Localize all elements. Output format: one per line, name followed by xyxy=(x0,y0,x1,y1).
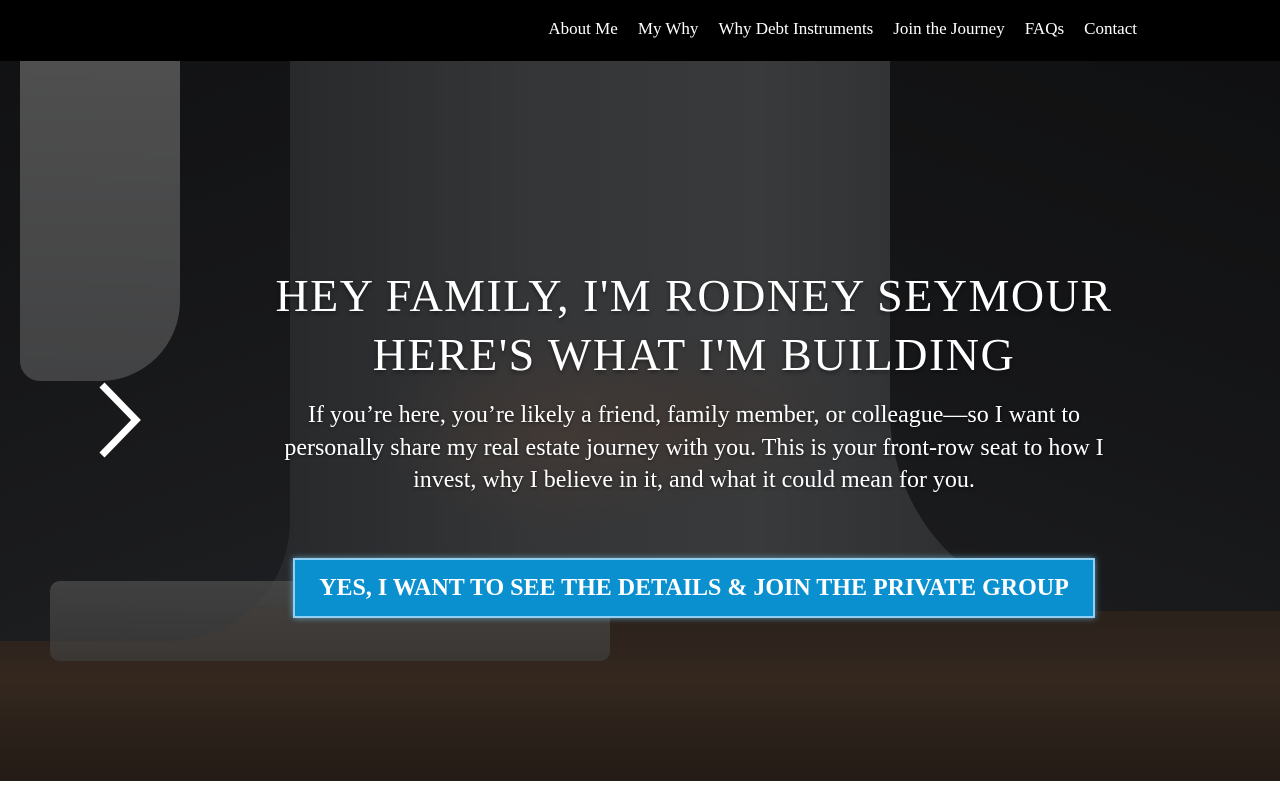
nav-link-faqs[interactable]: FAQs xyxy=(1025,19,1064,39)
hero-section: HEY FAMILY, I'M RODNEY SEYMOUR HERE'S WH… xyxy=(0,61,1280,781)
hero-headline-line2: HERE'S WHAT I'M BUILDING xyxy=(372,329,1016,380)
page-content-below-hero xyxy=(0,781,1280,800)
join-private-group-button[interactable]: YES, I WANT TO SEE THE DETAILS & JOIN TH… xyxy=(293,558,1095,618)
top-navigation-bar: About Me My Why Why Debt Instruments Joi… xyxy=(0,0,1280,61)
main-nav: About Me My Why Why Debt Instruments Joi… xyxy=(548,19,1137,39)
chevron-right-icon[interactable] xyxy=(96,381,146,463)
nav-link-join-the-journey[interactable]: Join the Journey xyxy=(893,19,1004,39)
nav-link-why-debt-instruments[interactable]: Why Debt Instruments xyxy=(718,19,873,39)
nav-link-about-me[interactable]: About Me xyxy=(548,19,617,39)
hero-headline-line1: HEY FAMILY, I'M RODNEY SEYMOUR xyxy=(275,270,1113,321)
nav-link-my-why[interactable]: My Why xyxy=(638,19,699,39)
nav-link-contact[interactable]: Contact xyxy=(1084,19,1137,39)
hero-subtext: If you’re here, you’re likely a friend, … xyxy=(284,402,1104,493)
